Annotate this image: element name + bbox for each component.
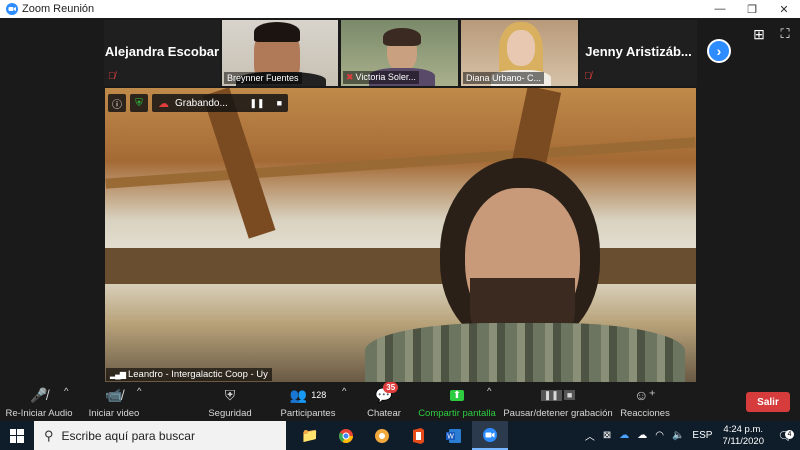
participant-name: Breynner Fuentes	[224, 72, 302, 84]
cloud-icon[interactable]: ☁	[633, 430, 651, 441]
svg-text:W: W	[447, 433, 454, 440]
chevron-up-icon[interactable]: ︿	[581, 428, 599, 443]
participant-tile[interactable]: Diana Urbano- C...	[461, 20, 578, 86]
video-scene-beam	[105, 137, 696, 189]
notifications-icon[interactable]: 🗨4	[770, 429, 800, 443]
leave-button[interactable]: Salir	[746, 392, 790, 412]
clock-time: 4:24 p.m.	[723, 423, 764, 435]
wifi-icon[interactable]: ◠	[651, 430, 668, 441]
recording-bar: ⓘ ⛨ ☁ Grabando... ❚❚ ■	[108, 93, 288, 113]
participant-name: Victoria Soler...	[355, 72, 416, 82]
active-speaker-label: ▂▄▆ Leandro - Intergalactic Coop - Uy	[106, 368, 272, 381]
mic-muted-icon: 🎙̸	[108, 71, 116, 82]
reactions-label: Reacciones	[620, 408, 670, 419]
recording-label: Grabando...	[175, 97, 228, 109]
participant-tile[interactable]: ✖ Victoria Soler...	[341, 20, 458, 86]
participant-video	[507, 30, 535, 66]
video-button[interactable]: 📹̸ Iniciar video	[86, 386, 142, 420]
zoom-app-icon	[6, 3, 18, 15]
pause-recording-button[interactable]: ❚❚	[249, 98, 264, 109]
video-label: Iniciar video	[88, 408, 140, 419]
taskbar-search[interactable]: ⚲ Escribe aquí para buscar	[34, 421, 286, 450]
chat-label: Chatear	[367, 408, 401, 419]
participant-label: ✖ Victoria Soler...	[343, 71, 419, 84]
window-title: Zoom Reunión	[22, 3, 95, 15]
audio-label: Re-Iniciar Audio	[5, 408, 73, 419]
active-speaker-video	[105, 88, 696, 382]
clock-date: 7/11/2020	[722, 435, 764, 447]
security-button[interactable]: ⛨ Seguridad	[206, 386, 254, 420]
restore-button[interactable]: ❐	[736, 0, 768, 18]
participants-count: 128	[311, 390, 327, 400]
clock[interactable]: 4:24 p.m. 7/11/2020	[716, 424, 770, 448]
search-icon: ⚲	[44, 427, 54, 443]
participant-video-hair	[254, 22, 300, 42]
encryption-shield-icon[interactable]: ⛨	[130, 94, 148, 112]
audio-button[interactable]: 🎤̸ Re-Iniciar Audio	[5, 386, 73, 420]
security-label: Seguridad	[208, 408, 252, 419]
participant-tile[interactable]: Breynner Fuentes	[222, 20, 338, 86]
onedrive-icon[interactable]: ☁	[615, 430, 633, 441]
participant-video-hair	[383, 28, 421, 46]
participants-icon: 👥 128	[289, 386, 327, 403]
grid-icon[interactable]: ⊞	[750, 26, 768, 44]
info-icon[interactable]: ⓘ	[108, 94, 126, 112]
language-indicator[interactable]: ESP	[688, 430, 716, 441]
mic-muted-icon: 🎤̸	[30, 386, 48, 403]
chevron-right-icon[interactable]: ›	[707, 39, 731, 63]
participants-label: Participantes	[280, 408, 336, 419]
participant-tile[interactable]: Jenny Aristizáb... 🎙̸	[580, 20, 697, 86]
share-options-caret[interactable]: ^	[487, 386, 491, 420]
participant-name: Alejandra Escobar	[104, 44, 220, 59]
pause-stop-icon: ❚❚ ■	[540, 386, 576, 404]
volume-icon[interactable]: 🔈	[668, 430, 688, 441]
tray-app-icon[interactable]: ⊠	[599, 430, 615, 441]
chat-badge: 35	[383, 382, 399, 393]
speaker-shirt	[365, 323, 685, 382]
minimize-button[interactable]: —	[704, 0, 736, 18]
system-tray: ︿ ⊠ ☁ ☁ ◠ 🔈 ESP 4:24 p.m. 7/11/2020 🗨4	[581, 421, 800, 450]
chrome-icon[interactable]	[328, 421, 364, 450]
fullscreen-icon[interactable]: ⛶	[776, 26, 794, 44]
record-label: Pausar/detener grabación	[503, 408, 613, 419]
mic-muted-icon: ✖	[346, 72, 354, 82]
close-button[interactable]: ✕	[768, 0, 800, 18]
record-controls-button[interactable]: ❚❚ ■ Pausar/detener grabación	[503, 386, 613, 420]
share-screen-button[interactable]: ⬆ Compartir pantalla	[418, 386, 496, 420]
windows-start-icon[interactable]	[0, 421, 34, 450]
windows-taskbar: ⚲ Escribe aquí para buscar 📁 W ︿ ⊠ ☁ ☁ ◠…	[0, 421, 800, 450]
participant-name: Jenny Aristizáb...	[585, 44, 692, 59]
share-screen-label: Compartir pantalla	[418, 408, 496, 419]
mic-muted-icon: 🎙̸	[584, 71, 592, 82]
stop-recording-button[interactable]: ■	[277, 98, 282, 108]
participant-name: Diana Urbano- C...	[463, 72, 545, 84]
reactions-button[interactable]: ☺⁺ Reacciones	[620, 386, 670, 420]
video-scene-log	[105, 248, 696, 284]
participants-button[interactable]: 👥 128 Participantes	[280, 386, 336, 420]
signal-bars-icon: ▂▄▆	[110, 370, 126, 379]
cloud-record-icon: ☁	[158, 97, 169, 110]
chat-icon: 💬 35	[375, 382, 399, 404]
title-bar: Zoom Reunión — ❐ ✕	[0, 0, 800, 18]
search-placeholder: Escribe aquí para buscar	[61, 428, 195, 443]
word-icon[interactable]: W	[436, 421, 472, 450]
participant-tile[interactable]: Alejandra Escobar 🎙̸	[104, 20, 220, 86]
audio-options-caret[interactable]: ^	[64, 386, 68, 420]
participants-options-caret[interactable]: ^	[342, 386, 346, 420]
recording-indicator: ☁ Grabando... ❚❚ ■	[152, 94, 288, 112]
browser-icon[interactable]	[364, 421, 400, 450]
file-explorer-icon[interactable]: 📁	[292, 421, 328, 450]
reactions-icon: ☺⁺	[634, 386, 656, 403]
notifications-count: 4	[785, 429, 794, 439]
office-icon[interactable]	[400, 421, 436, 450]
meeting-area: Alejandra Escobar 🎙̸ Breynner Fuentes ✖ V…	[0, 18, 800, 384]
share-screen-icon: ⬆	[449, 386, 465, 404]
chat-button[interactable]: 💬 35 Chatear	[366, 382, 402, 420]
meeting-toolbar: 🎤̸ Re-Iniciar Audio ^ 📹̸ Iniciar video ^…	[0, 382, 800, 421]
active-speaker-name: Leandro - Intergalactic Coop - Uy	[127, 369, 268, 380]
shield-icon: ⛨	[224, 386, 236, 403]
video-options-caret[interactable]: ^	[137, 386, 141, 420]
video-off-icon: 📹̸	[105, 386, 123, 403]
zoom-taskbar-icon[interactable]	[472, 421, 508, 450]
